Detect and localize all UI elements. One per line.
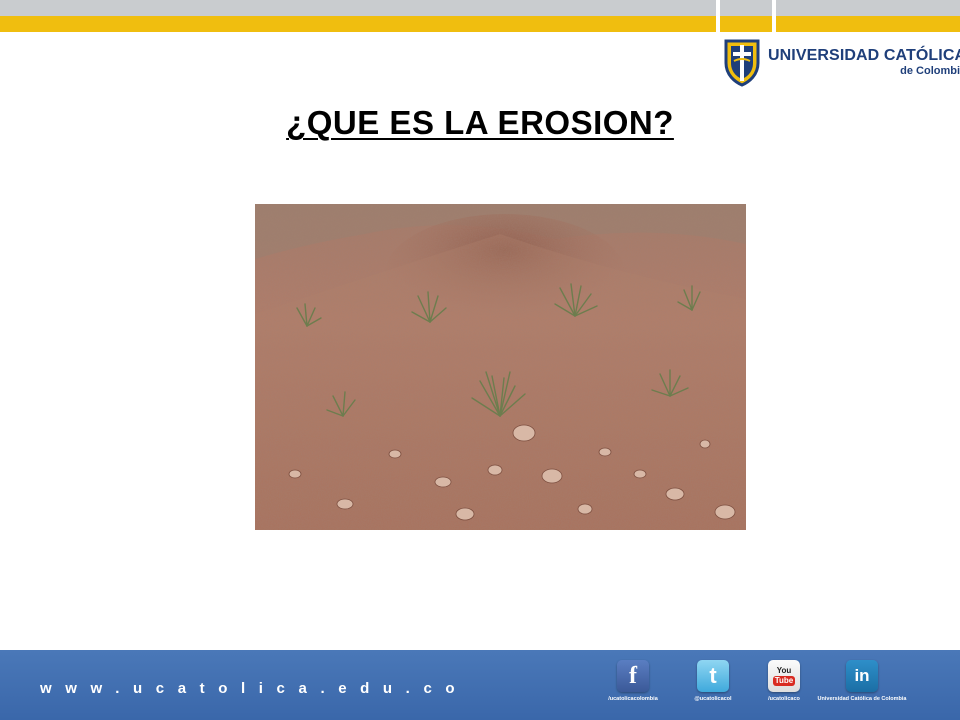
social-facebook[interactable]: f /ucatolicacolombia	[603, 660, 663, 702]
shield-icon	[724, 39, 760, 87]
website-url[interactable]: www.ucatolica.edu.co	[40, 680, 468, 697]
top-band-yellow-segment	[776, 16, 960, 32]
logo-wordmark: UNIVERSIDAD CATÓLICA	[768, 46, 960, 64]
youtube-icon[interactable]: You Tube	[768, 660, 800, 692]
social-caption: Universidad Católica de Colombia	[817, 696, 907, 702]
social-caption: @ucatolicacol	[694, 696, 732, 702]
top-band	[0, 0, 960, 32]
top-band-yellow-segment	[720, 16, 772, 32]
logo-name-part2: CATÓLICA	[883, 46, 960, 64]
social-youtube[interactable]: You Tube /ucatolicaco	[760, 660, 808, 702]
social-twitter[interactable]: t @ucatolicacol	[686, 660, 740, 702]
slide-title: ¿QUE ES LA EROSION?	[286, 104, 674, 141]
logo-subtitle: de Colombia	[900, 64, 960, 77]
slide-title-wrap: ¿QUE ES LA EROSION?	[0, 104, 960, 142]
social-caption: /ucatolicacolombia	[608, 696, 658, 702]
erosion-photo	[255, 204, 746, 530]
top-band-grey-segment	[776, 0, 960, 16]
twitter-icon[interactable]: t	[697, 660, 729, 692]
top-band-grey-segment	[0, 0, 716, 16]
top-band-yellow-segment	[0, 16, 716, 32]
social-caption: /ucatolicaco	[768, 696, 800, 702]
youtube-icon-tube: Tube	[772, 675, 796, 686]
facebook-icon[interactable]: f	[617, 660, 649, 692]
eroded-soil-image	[255, 204, 746, 530]
social-linkedin[interactable]: in Universidad Católica de Colombia	[812, 660, 912, 702]
linkedin-icon[interactable]: in	[846, 660, 878, 692]
university-logo: UNIVERSIDAD CATÓLICA de Colombia	[722, 36, 960, 88]
top-band-grey-segment	[720, 0, 772, 16]
youtube-icon-you: You	[776, 665, 792, 675]
logo-name-part1: UNIVERSIDAD	[768, 46, 880, 64]
